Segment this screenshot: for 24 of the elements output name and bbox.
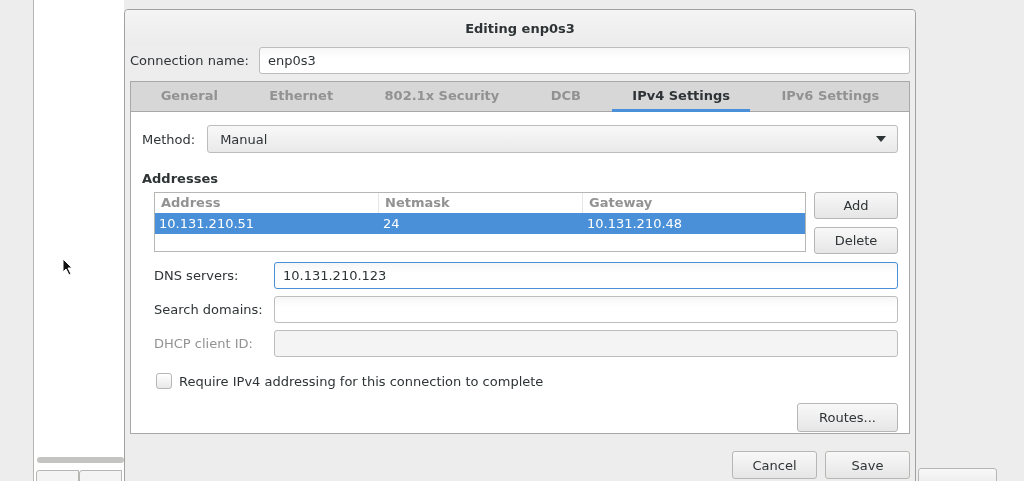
method-label: Method: (142, 131, 196, 147)
add-button[interactable]: Add (814, 192, 898, 219)
save-button[interactable]: Save (825, 451, 910, 479)
cancel-button[interactable]: Cancel (732, 451, 817, 479)
input-field[interactable] (274, 296, 898, 323)
mouse-cursor-icon (62, 258, 74, 276)
input-field[interactable]: 10.131.210.123 (274, 262, 898, 289)
routes-button[interactable]: Routes... (797, 403, 898, 432)
table-cell-text: 10.131.210.48 (586, 215, 684, 233)
table-cell-text: 24 (382, 215, 401, 233)
field-label: DHCP client ID: (154, 336, 254, 351)
delete-button[interactable]: Delete (814, 227, 898, 254)
method-dropdown[interactable]: Manual (207, 125, 898, 153)
scrollbar[interactable] (37, 457, 124, 463)
field-label: DNS servers: (154, 268, 240, 283)
window-title: Editing enp0s3 (465, 20, 575, 36)
field-label: Search domains: (154, 302, 264, 317)
connection-name-label: Connection name: (130, 53, 249, 68)
addresses-heading: Addresses (142, 171, 219, 186)
table-cell-text: 10.131.210.51 (158, 215, 256, 233)
checkbox[interactable] (156, 373, 172, 389)
checkbox-label: Require IPv4 addressing for this connection to complete (179, 373, 544, 389)
dropdown-arrow-icon (876, 136, 886, 142)
connection-name-field[interactable]: enp0s3 (258, 47, 910, 74)
